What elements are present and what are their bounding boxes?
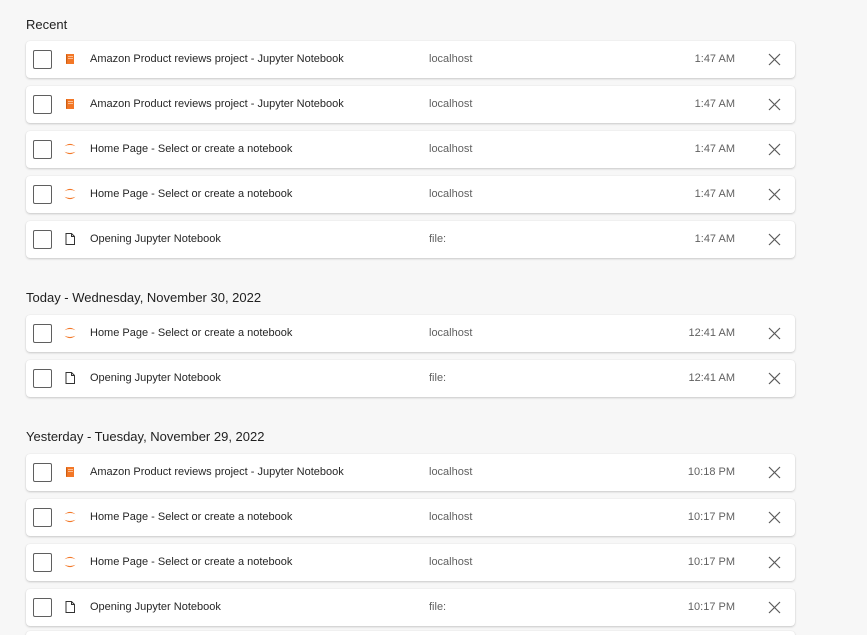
item-domain: localhost xyxy=(429,143,473,155)
select-checkbox[interactable] xyxy=(33,185,52,204)
close-icon[interactable] xyxy=(767,232,782,247)
item-domain: localhost xyxy=(429,53,473,65)
item-title[interactable]: Amazon Product reviews project - Jupyter… xyxy=(90,98,410,110)
close-icon[interactable] xyxy=(767,465,782,480)
item-time: 12:41 AM xyxy=(688,327,735,339)
close-icon[interactable] xyxy=(767,555,782,570)
history-item[interactable]: Amazon Product reviews project - Jupyter… xyxy=(26,86,795,123)
select-checkbox[interactable] xyxy=(33,50,52,69)
close-icon[interactable] xyxy=(767,187,782,202)
item-title[interactable]: Home Page - Select or create a notebook xyxy=(90,511,410,523)
jupyter-icon xyxy=(63,510,77,524)
item-domain: file: xyxy=(429,601,447,613)
item-domain: localhost xyxy=(429,188,473,200)
item-time: 12:41 AM xyxy=(688,372,735,384)
jupyter-icon xyxy=(63,187,77,201)
item-title[interactable]: Opening Jupyter Notebook xyxy=(90,233,410,245)
history-item[interactable]: Home Page - Select or create a notebook … xyxy=(26,544,795,581)
select-checkbox[interactable] xyxy=(33,369,52,388)
item-title[interactable]: Opening Jupyter Notebook xyxy=(90,372,410,384)
item-domain: file: xyxy=(429,233,447,245)
history-item[interactable]: Opening Jupyter Notebook file: 10:17 PM xyxy=(26,589,795,626)
jupyter-icon xyxy=(63,555,77,569)
item-time: 1:47 AM xyxy=(694,233,735,245)
select-checkbox[interactable] xyxy=(33,230,52,249)
item-domain: localhost xyxy=(429,98,473,110)
item-title[interactable]: Amazon Product reviews project - Jupyter… xyxy=(90,53,410,65)
item-time: 10:18 PM xyxy=(687,466,735,478)
item-time: 1:47 AM xyxy=(694,188,735,200)
item-title[interactable]: Amazon Product reviews project - Jupyter… xyxy=(90,466,410,478)
history-item[interactable]: Amazon Product reviews project - Jupyter… xyxy=(26,41,795,78)
item-time: 10:17 PM xyxy=(687,601,735,613)
section-heading-yesterday: Yesterday - Tuesday, November 29, 2022 xyxy=(26,429,265,444)
history-item-partial[interactable] xyxy=(26,631,795,635)
close-icon[interactable] xyxy=(767,600,782,615)
close-icon[interactable] xyxy=(767,510,782,525)
section-heading-recent: Recent xyxy=(26,17,68,32)
file-icon xyxy=(63,600,77,614)
close-icon[interactable] xyxy=(767,371,782,386)
item-title[interactable]: Home Page - Select or create a notebook xyxy=(90,188,410,200)
item-title[interactable]: Home Page - Select or create a notebook xyxy=(90,143,410,155)
history-item[interactable]: Home Page - Select or create a notebook … xyxy=(26,315,795,352)
close-icon[interactable] xyxy=(767,142,782,157)
history-item[interactable]: Home Page - Select or create a notebook … xyxy=(26,499,795,536)
item-time: 10:17 PM xyxy=(687,511,735,523)
section-heading-today: Today - Wednesday, November 30, 2022 xyxy=(26,290,262,305)
notebook-icon xyxy=(63,465,77,479)
jupyter-icon xyxy=(63,326,77,340)
history-page: Recent Amazon Product reviews project - … xyxy=(0,0,867,635)
file-icon xyxy=(63,371,77,385)
notebook-icon xyxy=(63,52,77,66)
item-title[interactable]: Opening Jupyter Notebook xyxy=(90,601,410,613)
item-time: 10:17 PM xyxy=(687,556,735,568)
notebook-icon xyxy=(63,97,77,111)
item-domain: localhost xyxy=(429,327,473,339)
item-time: 1:47 AM xyxy=(694,98,735,110)
select-checkbox[interactable] xyxy=(33,598,52,617)
file-icon xyxy=(63,232,77,246)
item-domain: file: xyxy=(429,372,447,384)
history-item[interactable]: Home Page - Select or create a notebook … xyxy=(26,131,795,168)
item-title[interactable]: Home Page - Select or create a notebook xyxy=(90,556,410,568)
item-domain: localhost xyxy=(429,556,473,568)
select-checkbox[interactable] xyxy=(33,553,52,572)
history-item[interactable]: Amazon Product reviews project - Jupyter… xyxy=(26,454,795,491)
history-item[interactable]: Home Page - Select or create a notebook … xyxy=(26,176,795,213)
select-checkbox[interactable] xyxy=(33,324,52,343)
history-item[interactable]: Opening Jupyter Notebook file: 1:47 AM xyxy=(26,221,795,258)
item-domain: localhost xyxy=(429,466,473,478)
select-checkbox[interactable] xyxy=(33,140,52,159)
close-icon[interactable] xyxy=(767,326,782,341)
select-checkbox[interactable] xyxy=(33,95,52,114)
jupyter-icon xyxy=(63,142,77,156)
close-icon[interactable] xyxy=(767,52,782,67)
item-domain: localhost xyxy=(429,511,473,523)
history-item[interactable]: Opening Jupyter Notebook file: 12:41 AM xyxy=(26,360,795,397)
select-checkbox[interactable] xyxy=(33,463,52,482)
item-time: 1:47 AM xyxy=(694,53,735,65)
close-icon[interactable] xyxy=(767,97,782,112)
select-checkbox[interactable] xyxy=(33,508,52,527)
item-title[interactable]: Home Page - Select or create a notebook xyxy=(90,327,410,339)
item-time: 1:47 AM xyxy=(694,143,735,155)
